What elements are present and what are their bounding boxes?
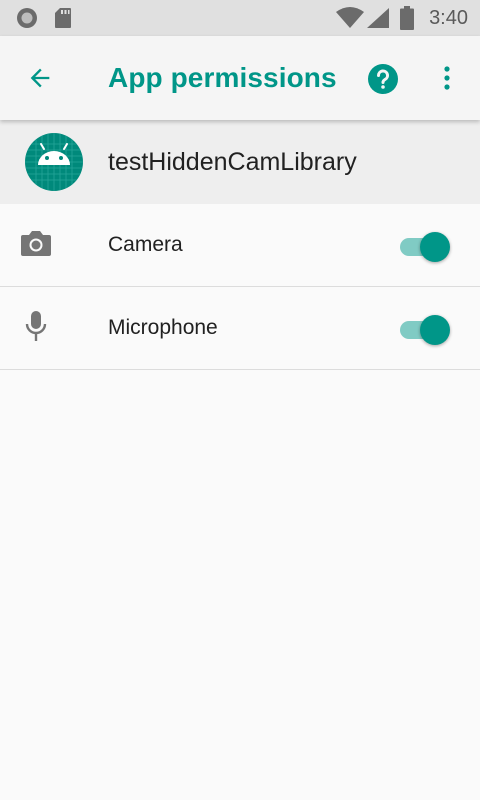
more-vert-icon xyxy=(444,66,450,90)
microphone-toggle[interactable] xyxy=(398,311,454,345)
overflow-menu-button[interactable] xyxy=(432,60,462,96)
toggle-thumb xyxy=(420,315,450,345)
help-button[interactable] xyxy=(366,62,400,96)
permission-row-microphone[interactable]: Microphone xyxy=(0,287,480,370)
sd-card-icon xyxy=(54,0,72,36)
toggle-thumb xyxy=(420,232,450,262)
status-bar: 3:40 xyxy=(0,0,480,36)
android-icon xyxy=(24,132,84,192)
wifi-icon xyxy=(336,0,364,36)
notification-dot-icon xyxy=(16,0,38,36)
page-title: App permissions xyxy=(108,62,337,93)
help-icon xyxy=(368,64,398,94)
arrow-back-icon xyxy=(30,68,50,88)
app-header: testHiddenCamLibrary xyxy=(0,120,480,204)
cell-signal-icon xyxy=(366,0,390,36)
camera-icon xyxy=(18,225,54,261)
app-permissions-screen: 3:40 App permissions testHiddenCamLibrar… xyxy=(0,0,480,800)
camera-toggle[interactable] xyxy=(398,228,454,262)
permission-label-camera: Camera xyxy=(108,233,183,256)
permission-label-microphone: Microphone xyxy=(108,316,218,339)
app-bar: App permissions xyxy=(0,36,480,120)
back-button[interactable] xyxy=(20,58,60,98)
microphone-icon xyxy=(18,308,54,344)
permission-row-camera[interactable]: Camera xyxy=(0,204,480,287)
app-name: testHiddenCamLibrary xyxy=(108,148,357,176)
status-time: 3:40 xyxy=(429,7,468,29)
battery-icon xyxy=(400,0,414,36)
